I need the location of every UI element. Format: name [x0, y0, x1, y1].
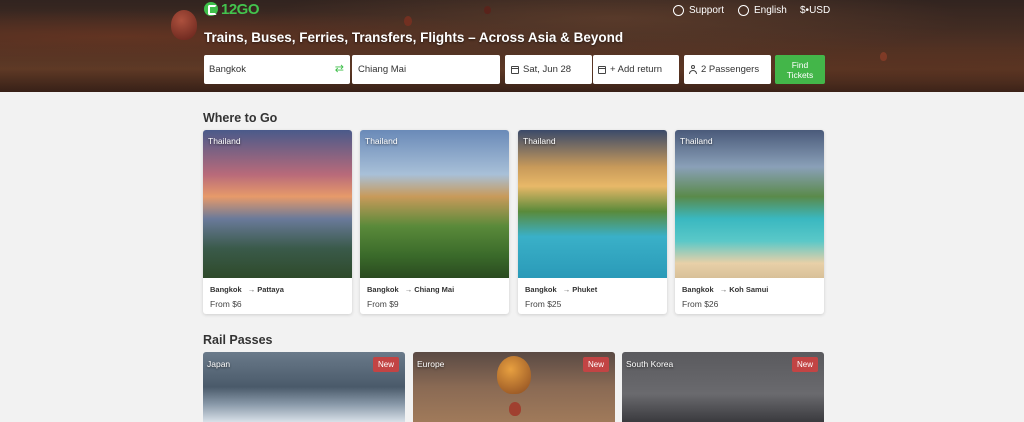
route-label: Bangkok → Pattaya — [210, 285, 284, 294]
destination-photo — [518, 130, 667, 278]
language-selector[interactable]: English — [738, 4, 787, 16]
price-label: From $26 — [682, 299, 719, 309]
destination-card[interactable]: Thailand Bangkok → Chiang Mai From $9 — [360, 130, 509, 314]
where-to-go-title: Where to Go — [203, 111, 278, 125]
rail-pass-card[interactable]: Japan New — [203, 352, 405, 422]
calendar-icon — [598, 65, 606, 74]
rail-passes-title: Rail Passes — [203, 333, 273, 347]
swap-icon[interactable]: ⇄ — [335, 62, 344, 75]
rail-pass-card[interactable]: South Korea New — [622, 352, 824, 422]
balloon-decoration — [509, 402, 521, 416]
destination-card[interactable]: Thailand Bangkok → Koh Samui From $26 — [675, 130, 824, 314]
price-label: From $25 — [525, 299, 562, 309]
logo-text: 12GO — [221, 0, 260, 18]
rail-pass-card[interactable]: Europe New — [413, 352, 615, 422]
passengers-field[interactable]: 2 Passengers — [684, 55, 771, 84]
page-headline: Trains, Buses, Ferries, Transfers, Fligh… — [204, 30, 624, 45]
logo-icon — [204, 2, 218, 16]
route-label: Bangkok → Chiang Mai — [367, 285, 455, 294]
destination-photo — [203, 130, 352, 278]
new-badge: New — [582, 357, 609, 372]
new-badge: New — [372, 357, 399, 372]
to-field[interactable]: Chiang Mai — [352, 55, 500, 84]
price-label: From $9 — [367, 299, 399, 309]
person-icon — [689, 65, 697, 74]
support-link[interactable]: Support — [673, 4, 724, 16]
price-label: From $6 — [210, 299, 242, 309]
destination-card[interactable]: Thailand Bangkok → Phuket From $25 — [518, 130, 667, 314]
currency-selector[interactable]: $•USD — [800, 5, 830, 16]
logo[interactable]: 12GO — [204, 0, 260, 18]
from-field[interactable]: Bangkok ⇄ — [204, 55, 350, 84]
calendar-icon — [511, 65, 519, 74]
balloon-decoration — [497, 356, 531, 394]
destination-photo — [360, 130, 509, 278]
route-label: Bangkok → Koh Samui — [682, 285, 769, 294]
support-icon — [673, 4, 684, 16]
route-label: Bangkok → Phuket — [525, 285, 598, 294]
destination-photo — [675, 130, 824, 278]
destination-card[interactable]: Thailand Bangkok → Pattaya From $6 — [203, 130, 352, 314]
return-field[interactable]: + Add return — [593, 55, 679, 84]
new-badge: New — [791, 357, 818, 372]
hero-banner: 12GO Support English $•USD Trains, Buses… — [0, 0, 1024, 92]
find-tickets-button[interactable]: Find Tickets — [775, 55, 825, 84]
date-field[interactable]: Sat, Jun 28 — [505, 55, 592, 84]
globe-icon — [738, 4, 749, 16]
